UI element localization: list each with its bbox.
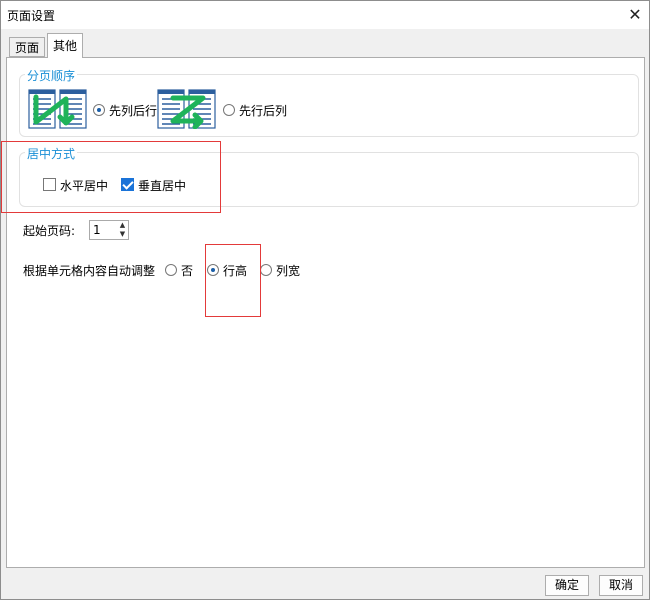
page-setup-dialog: 页面设置 ✕ 页面 其他 分页顺序 先列后行 先行后列 居中方式 水平居中 垂直… — [0, 0, 650, 600]
column-first-radio[interactable] — [93, 104, 105, 116]
tab-other[interactable]: 其他 — [47, 33, 84, 58]
cancel-button[interactable]: 取消 — [599, 575, 643, 596]
page-order-title: 分页顺序 — [25, 67, 78, 84]
row-first-order-icon — [157, 89, 216, 129]
column-first-order-icon — [28, 89, 87, 129]
vertical-center-label: 垂直居中 — [138, 179, 187, 193]
start-page-stepper: ▲ ▼ — [89, 220, 129, 240]
horizontal-center-checkbox[interactable] — [43, 178, 56, 191]
row-first-label: 先行后列 — [239, 104, 288, 118]
horizontal-center-label: 水平居中 — [60, 179, 109, 193]
spin-down-icon[interactable]: ▼ — [117, 230, 128, 239]
auto-adjust-no-label: 否 — [181, 264, 194, 278]
spin-up-icon[interactable]: ▲ — [117, 221, 128, 230]
start-page-label: 起始页码: — [23, 224, 76, 238]
close-icon[interactable]: ✕ — [625, 5, 645, 25]
ok-button[interactable]: 确定 — [545, 575, 589, 596]
title-bar: 页面设置 ✕ — [1, 1, 649, 29]
auto-adjust-row-height-label: 行高 — [223, 264, 248, 278]
centering-group — [19, 152, 639, 207]
dialog-title: 页面设置 — [7, 9, 56, 23]
auto-adjust-row-height-radio[interactable] — [207, 264, 219, 276]
auto-adjust-label: 根据单元格内容自动调整 — [23, 264, 156, 278]
auto-adjust-column-width-label: 列宽 — [276, 264, 301, 278]
auto-adjust-no-radio[interactable] — [165, 264, 177, 276]
row-first-radio[interactable] — [223, 104, 235, 116]
centering-title: 居中方式 — [25, 145, 78, 162]
auto-adjust-column-width-radio[interactable] — [260, 264, 272, 276]
column-first-label: 先列后行 — [109, 104, 158, 118]
tab-panel-other: 分页顺序 先列后行 先行后列 居中方式 水平居中 垂直居中 起始页码: 1 ▲ … — [6, 57, 645, 568]
tab-page[interactable]: 页面 — [9, 37, 46, 57]
vertical-center-checkbox[interactable] — [121, 178, 134, 191]
